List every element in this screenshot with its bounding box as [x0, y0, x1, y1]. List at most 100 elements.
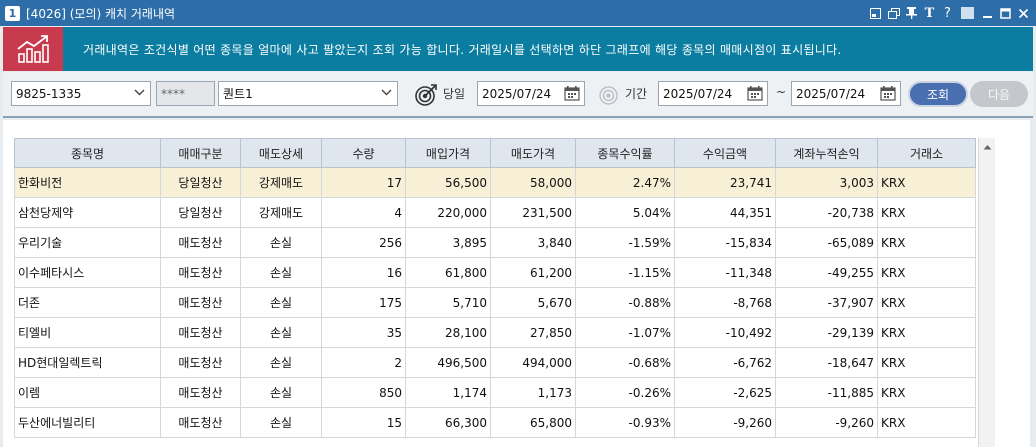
period-from-value: 2025/07/24 — [663, 86, 733, 101]
column-header[interactable]: 종목명 — [14, 138, 161, 168]
minimize-icon[interactable] — [981, 8, 994, 19]
profit-amount-cell: 23,741 — [674, 167, 776, 198]
vertical-scrollbar[interactable] — [978, 138, 995, 447]
table-row[interactable]: 티엘비 매도청산 손실 35 28,100 27,850 -1.07% -10,… — [14, 317, 976, 348]
exchange-cell: KRX — [877, 257, 976, 288]
trade-type-cell: 당일청산 — [160, 197, 241, 228]
sell-price-cell: 65,800 — [490, 407, 576, 438]
calendar-icon[interactable] — [878, 84, 898, 103]
password-mask: **** — [161, 86, 185, 101]
buy-price-cell: 56,500 — [405, 167, 491, 198]
target-radio-icon[interactable] — [414, 83, 438, 110]
table-header-row: 종목명 매매구분 매도상세 수량 매입가격 매도가격 종목수익률 수익금액 계좌… — [14, 138, 976, 168]
info-banner: 거래내역은 조건식별 어떤 종목을 얼마에 사고 팔았는지 조회 가능 합니다.… — [3, 27, 1033, 71]
table-row[interactable]: 더존 매도청산 손실 175 5,710 5,670 -0.88% -8,768… — [14, 287, 976, 318]
title-bar-controls: T ? — [869, 0, 1030, 26]
sell-detail-cell: 손실 — [240, 377, 322, 408]
sell-price-cell: 27,850 — [490, 317, 576, 348]
quantity-cell: 4 — [321, 197, 406, 228]
trade-type-cell: 매도청산 — [160, 347, 241, 378]
day-date-input[interactable]: 2025/07/24 — [477, 81, 585, 106]
scroll-up-icon[interactable] — [979, 138, 996, 155]
cumulative-pnl-cell: 3,003 — [775, 167, 878, 198]
stock-name-cell: 이렘 — [14, 377, 161, 408]
column-header[interactable]: 매매구분 — [160, 138, 241, 168]
exchange-cell: KRX — [877, 287, 976, 318]
column-header[interactable]: 매도가격 — [490, 138, 576, 168]
stock-name-cell: 두산에너빌리티 — [14, 407, 161, 438]
search-button[interactable]: 조회 — [908, 81, 968, 107]
calendar-icon[interactable] — [562, 84, 582, 103]
table-row[interactable]: 이수페타시스 매도청산 손실 16 61,800 61,200 -1.15% -… — [14, 257, 976, 288]
buy-price-cell: 220,000 — [405, 197, 491, 228]
cumulative-pnl-cell: -9,260 — [775, 407, 878, 438]
period-from-input[interactable]: 2025/07/24 — [658, 81, 768, 106]
account-value: 9825-1335 — [16, 86, 82, 101]
table-row[interactable]: 두산에너빌리티 매도청산 손실 15 66,300 65,800 -0.93% … — [14, 407, 976, 438]
day-label: 당일 — [443, 87, 466, 101]
return-rate-cell: -0.93% — [575, 407, 675, 438]
column-header[interactable]: 계좌누적손익 — [775, 138, 878, 168]
return-rate-cell: -1.59% — [575, 227, 675, 258]
help-icon[interactable]: ? — [941, 6, 954, 21]
column-header[interactable]: 종목수익률 — [575, 138, 675, 168]
pin-icon[interactable] — [905, 7, 918, 19]
column-header[interactable]: 매도상세 — [240, 138, 322, 168]
return-rate-cell: -1.07% — [575, 317, 675, 348]
quantity-cell: 850 — [321, 377, 406, 408]
cumulative-pnl-cell: -65,089 — [775, 227, 878, 258]
table-row[interactable]: HD현대일렉트릭 매도청산 손실 2 496,500 494,000 -0.68… — [14, 347, 976, 378]
table-row[interactable]: 삼천당제약 당일청산 강제매도 4 220,000 231,500 5.04% … — [14, 197, 976, 228]
copy-window-icon[interactable] — [887, 7, 900, 19]
close-icon[interactable] — [1017, 8, 1030, 19]
exchange-cell: KRX — [877, 377, 976, 408]
table-row[interactable]: 한화비전 당일청산 강제매도 17 56,500 58,000 2.47% 23… — [14, 167, 976, 198]
sell-detail-cell: 손실 — [240, 317, 322, 348]
column-header[interactable]: 수량 — [321, 138, 406, 168]
column-header[interactable]: 매입가격 — [405, 138, 491, 168]
sell-detail-cell: 손실 — [240, 257, 322, 288]
stock-name-cell: 한화비전 — [14, 167, 161, 198]
password-field[interactable]: **** — [156, 81, 215, 106]
quantity-cell: 35 — [321, 317, 406, 348]
trade-history-table: 종목명 매매구분 매도상세 수량 매입가격 매도가격 종목수익률 수익금액 계좌… — [14, 138, 976, 438]
profit-amount-cell: -2,625 — [674, 377, 776, 408]
stock-name-cell: HD현대일렉트릭 — [14, 347, 161, 378]
sell-price-cell: 58,000 — [490, 167, 576, 198]
exchange-cell: KRX — [877, 317, 976, 348]
trade-history-panel: 종목명 매매구분 매도상세 수량 매입가격 매도가격 종목수익률 수익금액 계좌… — [3, 120, 1033, 447]
column-header[interactable]: 수익금액 — [674, 138, 776, 168]
exchange-cell: KRX — [877, 197, 976, 228]
buy-price-cell: 5,710 — [405, 287, 491, 318]
table-row[interactable]: 우리기술 매도청산 손실 256 3,895 3,840 -1.59% -15,… — [14, 227, 976, 258]
cumulative-pnl-cell: -29,139 — [775, 317, 878, 348]
period-radio-icon[interactable] — [599, 86, 618, 108]
stock-name-cell: 우리기술 — [14, 227, 161, 258]
sell-detail-cell: 손실 — [240, 287, 322, 318]
cumulative-pnl-cell: -18,647 — [775, 347, 878, 378]
font-size-icon[interactable]: T — [923, 6, 936, 21]
calendar-icon[interactable] — [745, 84, 765, 103]
column-header[interactable]: 거래소 — [877, 138, 976, 168]
account-select[interactable]: 9825-1335 — [11, 81, 151, 106]
stock-name-cell: 더존 — [14, 287, 161, 318]
table-row[interactable]: 이렘 매도청산 손실 850 1,174 1,173 -0.26% -2,625… — [14, 377, 976, 408]
buy-price-cell: 496,500 — [405, 347, 491, 378]
sell-price-cell: 61,200 — [490, 257, 576, 288]
trade-type-cell: 매도청산 — [160, 257, 241, 288]
next-button[interactable]: 다음 — [970, 81, 1028, 107]
maximize-icon[interactable] — [999, 7, 1012, 19]
quantity-cell: 256 — [321, 227, 406, 258]
profit-amount-cell: -11,348 — [674, 257, 776, 288]
trade-type-cell: 매도청산 — [160, 377, 241, 408]
strategy-select[interactable]: 퀀트1 — [218, 81, 398, 106]
cumulative-pnl-cell: -20,738 — [775, 197, 878, 228]
period-to-input[interactable]: 2025/07/24 — [791, 81, 901, 106]
quantity-cell: 175 — [321, 287, 406, 318]
chevron-down-icon — [381, 86, 392, 99]
period-separator: ~ — [776, 85, 787, 99]
buy-price-cell: 1,174 — [405, 377, 491, 408]
profit-amount-cell: -8,768 — [674, 287, 776, 318]
layout-icon[interactable] — [869, 7, 882, 19]
return-rate-cell: 5.04% — [575, 197, 675, 228]
